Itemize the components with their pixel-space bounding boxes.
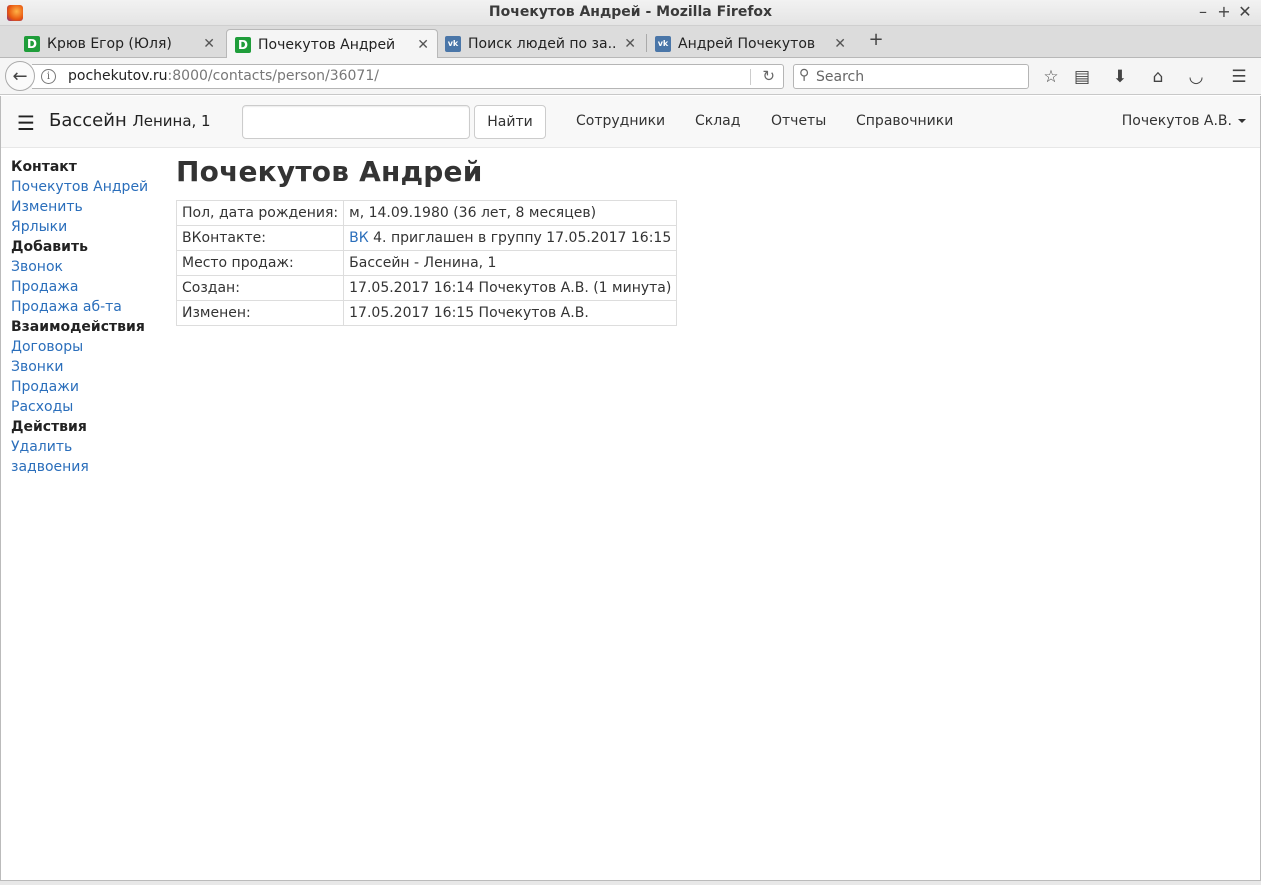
sidebar-link-calls[interactable]: Звонки [11,357,171,377]
url-bar[interactable]: i pochekutov.ru:8000/contacts/person/360… [32,64,784,89]
url-text[interactable]: pochekutov.ru:8000/contacts/person/36071… [68,68,379,84]
contact-info-table: Пол, дата рождения: м, 14.09.1980 (36 ле… [175,200,678,326]
sidebar-link-call[interactable]: Звонок [11,257,171,277]
info-icon[interactable]: i [41,69,56,84]
user-menu[interactable]: Почекутов А.В. [1122,113,1246,129]
row-value: м, 14.09.1980 (36 лет, 8 месяцев) [343,200,678,226]
table-row: Создан: 17.05.2017 16:14 Почекутов А.В. … [175,275,678,301]
table-row: Изменен: 17.05.2017 16:15 Почекутов А.В. [175,300,678,326]
sidebar-heading-add: Добавить [11,239,88,255]
sidebar-link-subscription-sale[interactable]: Продажа аб-та [11,297,171,317]
sidebar-heading-contact: Контакт [11,159,77,175]
user-name: Почекутов А.В. [1121,113,1232,129]
sidebar-link-contracts[interactable]: Договоры [11,337,171,357]
vk-favicon-icon: vk [445,35,461,52]
vk-link[interactable]: ВК [349,230,369,246]
close-window-icon[interactable]: ✕ [1235,2,1255,21]
row-value: 17.05.2017 16:15 Почекутов А.В. [343,300,678,326]
table-row: Пол, дата рождения: м, 14.09.1980 (36 ле… [175,200,678,226]
row-label: ВКонтакте: [175,225,345,251]
window-bottom-edge [0,880,1261,885]
tab-label: Поиск людей по за... [468,35,619,52]
bookmark-star-icon[interactable]: ☆ [1040,66,1062,88]
row-value: ВК 4. приглашен в группу 17.05.2017 16:1… [343,225,678,251]
nav-reports[interactable]: Отчеты [771,113,826,129]
tab-pochekutov-andrey[interactable]: D Почекутов Андрей ✕ [226,29,438,59]
d-favicon-icon: D [24,35,40,52]
pocket-icon[interactable]: ◡ [1185,66,1207,88]
reload-icon[interactable]: ↻ [762,67,775,85]
sidebar: Контакт Почекутов Андрей Изменить Ярлыки… [11,157,171,477]
nav-employees[interactable]: Сотрудники [576,113,665,129]
d-favicon-icon: D [235,36,251,53]
hamburger-icon[interactable]: ☰ [17,111,35,135]
window-titlebar: Почекутов Андрей - Mozilla Firefox – + ✕ [0,0,1261,26]
close-tab-icon[interactable]: ✕ [834,36,846,52]
sidebar-link-expenses[interactable]: Расходы [11,397,171,417]
row-label: Изменен: [175,300,345,326]
close-tab-icon[interactable]: ✕ [624,36,636,52]
tab-label: Крюв Егор (Юля) [47,35,172,52]
tab-label: Андрей Почекутов [678,35,816,52]
sidebar-link-edit[interactable]: Изменить [11,197,171,217]
nav-warehouse[interactable]: Склад [695,113,740,129]
brand-name: Бассейн [49,110,127,131]
row-value: Бассейн - Ленина, 1 [343,250,678,276]
caret-down-icon [1238,119,1246,123]
sidebar-link-duplicates[interactable]: задвоения [11,457,171,477]
tab-label: Почекутов Андрей [258,36,396,53]
row-value: 17.05.2017 16:14 Почекутов А.В. (1 минут… [343,275,678,301]
url-host: pochekutov.ru [68,68,168,84]
table-row: Место продаж: Бассейн - Ленина, 1 [175,250,678,276]
vk-status: 4. приглашен в группу 17.05.2017 16:15 [373,230,672,246]
row-label: Создан: [175,275,345,301]
main-content: Почекутов Андрей Пол, дата рождения: м, … [175,155,678,326]
browser-search-input[interactable] [816,67,1016,86]
row-label: Пол, дата рождения: [175,200,345,226]
minimize-icon[interactable]: – [1193,2,1213,21]
close-tab-icon[interactable]: ✕ [203,36,215,52]
tab-vk-search[interactable]: vk Поиск людей по за... ✕ [437,29,644,58]
url-divider [750,69,751,85]
tab-strip: D Крюв Егор (Юля) ✕ D Почекутов Андрей ✕… [0,26,1261,59]
sidebar-link-contact-name[interactable]: Почекутов Андрей [11,177,171,197]
search-icon: ⚲ [799,67,810,83]
find-button[interactable]: Найти [474,105,546,139]
vk-favicon-icon: vk [655,35,671,52]
sidebar-heading-interactions: Взаимодействия [11,319,145,335]
sidebar-link-delete[interactable]: Удалить [11,437,171,457]
new-tab-icon[interactable]: + [866,29,886,50]
back-arrow-icon: ← [12,65,28,87]
nav-directories[interactable]: Справочники [856,113,953,129]
url-path: :8000/contacts/person/36071/ [167,68,379,84]
site-search-input[interactable] [242,105,470,139]
site-navbar: ☰ Бассейн Ленина, 1 Найти Сотрудники Скл… [1,96,1260,148]
sidebar-link-sale[interactable]: Продажа [11,277,171,297]
close-tab-icon[interactable]: ✕ [417,37,429,53]
page-title: Почекутов Андрей [176,155,483,188]
window-title: Почекутов Андрей - Mozilla Firefox [488,4,773,20]
table-row: ВКонтакте: ВК 4. приглашен в группу 17.0… [175,225,678,251]
reading-list-icon[interactable]: ▤ [1071,66,1093,88]
downloads-icon[interactable]: ⬇ [1109,66,1131,88]
tab-kryuv-egor[interactable]: D Крюв Егор (Юля) ✕ [16,29,223,58]
sidebar-link-sales[interactable]: Продажи [11,377,171,397]
brand-location: Ленина, 1 [132,112,211,130]
tab-vk-profile[interactable]: vk Андрей Почекутов ✕ [647,29,854,58]
brand[interactable]: Бассейн Ленина, 1 [49,110,211,131]
browser-toolbar: i pochekutov.ru:8000/contacts/person/360… [0,58,1261,95]
browser-search-bar[interactable]: ⚲ [793,64,1029,89]
row-label: Место продаж: [175,250,345,276]
back-button[interactable]: ← [5,61,35,91]
menu-icon[interactable]: ☰ [1228,66,1250,88]
maximize-icon[interactable]: + [1214,2,1234,21]
window-border-left [0,96,1,880]
home-icon[interactable]: ⌂ [1147,66,1169,88]
sidebar-heading-actions: Действия [11,419,87,435]
sidebar-link-labels[interactable]: Ярлыки [11,217,171,237]
